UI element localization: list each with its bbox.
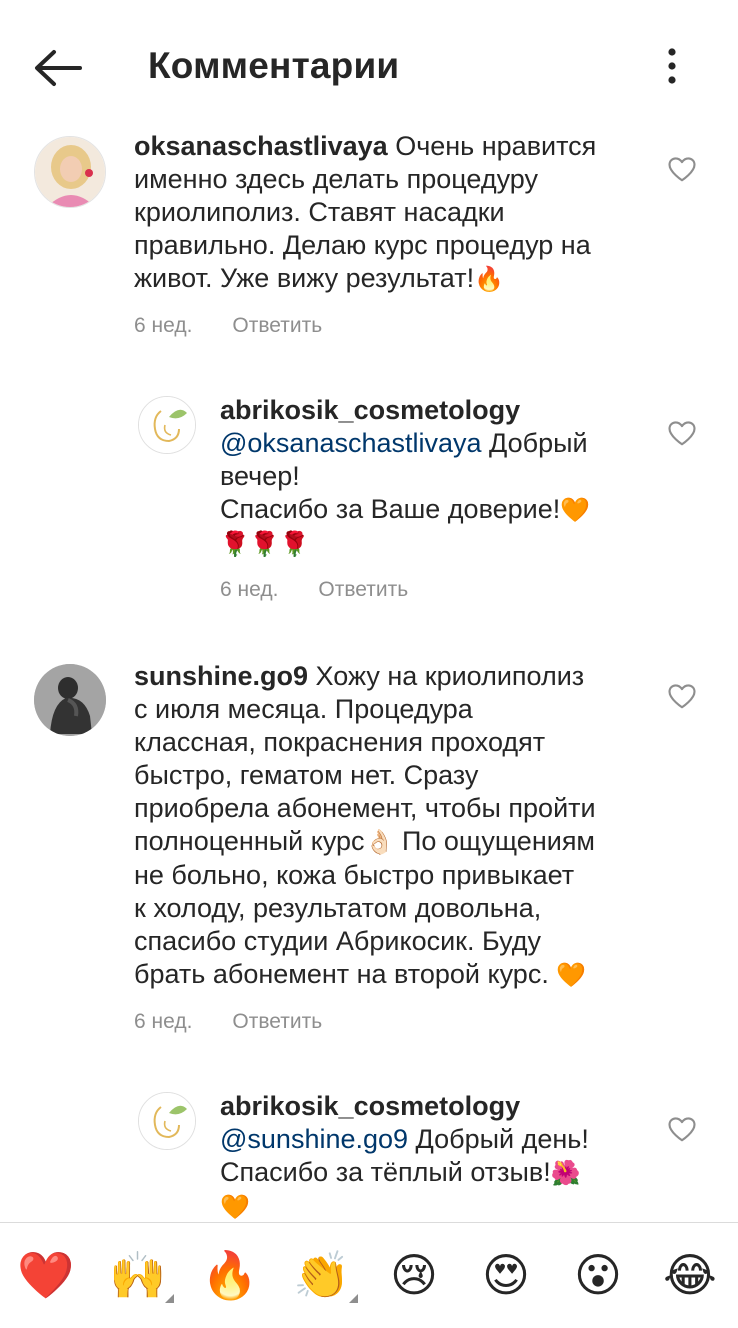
- surprised-face-reaction[interactable]: 😮: [568, 1245, 628, 1305]
- like-heart-icon[interactable]: [667, 155, 697, 183]
- orange-heart-emoji: 🧡: [560, 496, 591, 524]
- orange-heart-emoji: 🧡: [556, 961, 587, 989]
- fire-icon: 🔥: [201, 1248, 259, 1302]
- hibiscus-emoji: 🌺: [550, 1159, 581, 1187]
- comment-text: oksanaschastlivaya Очень нравится именно…: [134, 131, 597, 293]
- heart-eyes-reaction[interactable]: 😍: [476, 1245, 536, 1305]
- skin-tone-picker-icon[interactable]: [165, 1294, 174, 1303]
- red-heart-icon: ❤️: [17, 1248, 75, 1302]
- back-arrow-icon[interactable]: [30, 46, 86, 90]
- comment-time: 6 нед.: [134, 1010, 193, 1033]
- mention-link[interactable]: @sunshine.go9: [220, 1124, 408, 1154]
- orange-heart-emoji: 🧡: [220, 1193, 250, 1221]
- fire-reaction[interactable]: 🔥: [200, 1245, 260, 1305]
- crying-face-reaction[interactable]: 😢: [384, 1245, 444, 1305]
- comment-meta: 6 нед. Ответить: [134, 1010, 362, 1034]
- more-options-icon[interactable]: [655, 46, 689, 88]
- reply-comment: abrikosik_cosmetology @oksanaschastlivay…: [0, 390, 738, 620]
- heart-eyes-icon: 😍: [482, 1248, 530, 1302]
- mention-link[interactable]: @oksanaschastlivaya: [220, 428, 482, 458]
- reply-button[interactable]: Ответить: [232, 1010, 322, 1033]
- comment-meta: 6 нед. Ответить: [134, 314, 362, 338]
- comment: oksanaschastlivaya Очень нравится именно…: [0, 128, 738, 358]
- avatar[interactable]: [138, 396, 196, 454]
- comment-text: sunshine.go9 Хожу на криолиполиз с июля …: [134, 661, 596, 989]
- avatar[interactable]: [138, 1092, 196, 1150]
- reply-text: abrikosik_cosmetology @sunshine.go9 Добр…: [220, 1091, 589, 1221]
- comment: sunshine.go9 Хожу на криолиполиз с июля …: [0, 658, 738, 1048]
- avatar[interactable]: [34, 664, 106, 736]
- comment-time: 6 нед.: [220, 578, 279, 601]
- tears-of-joy-icon: 😂: [663, 1248, 717, 1302]
- roses-emoji: 🌹🌹🌹: [220, 530, 310, 558]
- top-bar: Комментарии: [0, 0, 738, 130]
- page-title: Комментарии: [148, 45, 400, 86]
- comment-username[interactable]: sunshine.go9: [134, 661, 308, 691]
- comment-username[interactable]: abrikosik_cosmetology: [220, 1091, 520, 1121]
- raising-hands-reaction[interactable]: 🙌: [108, 1245, 174, 1305]
- ok-hand-emoji: 👌🏻: [364, 828, 395, 856]
- red-heart-reaction[interactable]: ❤️: [16, 1245, 76, 1305]
- crying-face-icon: 😢: [390, 1248, 438, 1302]
- fire-emoji: 🔥: [474, 265, 504, 293]
- like-heart-icon[interactable]: [667, 1115, 697, 1143]
- avatar[interactable]: [34, 136, 106, 208]
- like-heart-icon[interactable]: [667, 682, 697, 710]
- comment-username[interactable]: abrikosik_cosmetology: [220, 395, 520, 425]
- clapping-hands-reaction[interactable]: 👏: [292, 1245, 358, 1305]
- emoji-reaction-bar: ❤️ 🙌 🔥 👏 😢 😍 😮 😂: [0, 1222, 738, 1328]
- reply-comment: abrikosik_cosmetology @sunshine.go9 Добр…: [0, 1086, 738, 1222]
- skin-tone-picker-icon[interactable]: [349, 1294, 358, 1303]
- comment-time: 6 нед.: [134, 314, 193, 337]
- comment-username[interactable]: oksanaschastlivaya: [134, 131, 388, 161]
- reply-button[interactable]: Ответить: [232, 314, 322, 337]
- raising-hands-icon: 🙌: [109, 1248, 167, 1302]
- reply-text: abrikosik_cosmetology @oksanaschastlivay…: [220, 395, 591, 558]
- surprised-face-icon: 😮: [574, 1248, 622, 1302]
- clapping-hands-icon: 👏: [293, 1248, 351, 1302]
- reply-button[interactable]: Ответить: [318, 578, 408, 601]
- comments-list[interactable]: oksanaschastlivaya Очень нравится именно…: [0, 128, 738, 1222]
- like-heart-icon[interactable]: [667, 419, 697, 447]
- tears-of-joy-reaction[interactable]: 😂: [660, 1245, 720, 1305]
- comment-meta: 6 нед. Ответить: [220, 578, 448, 602]
